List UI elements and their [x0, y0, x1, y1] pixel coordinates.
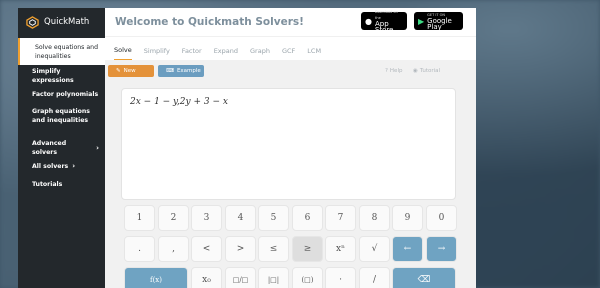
brand-name: QuickMath: [44, 17, 90, 27]
tutorial-label: Tutorial: [419, 68, 441, 74]
example-button-label: Example: [176, 68, 201, 74]
apple-icon: ●: [365, 16, 372, 26]
keypad: 1 2 3 4 5 6 7 8 9 0 . , < > ≤ ≥ xⁿ √ ← →…: [121, 205, 461, 288]
key-power[interactable]: xⁿ: [325, 236, 356, 262]
help-link[interactable]: ? Help: [385, 68, 402, 74]
app-store-big-text: App Store: [374, 20, 394, 34]
sidebar-item-tutorials[interactable]: Tutorials: [18, 177, 105, 191]
sidebar-item-label: Factor polynomials: [32, 90, 99, 98]
key-multiply[interactable]: ·: [325, 267, 356, 288]
sidebar-item-graph[interactable]: Graph equations and inequalities: [18, 105, 105, 127]
key-3[interactable]: 3: [191, 205, 222, 231]
key-5[interactable]: 5: [258, 205, 289, 231]
key-9[interactable]: 9: [392, 205, 423, 231]
tutorial-link[interactable]: ◉ Tutorial: [413, 68, 440, 74]
arrow-left-key[interactable]: ←: [392, 236, 423, 262]
key-less-than[interactable]: <: [191, 236, 222, 262]
app-store-button[interactable]: ● Download on the App Store: [361, 10, 407, 34]
sidebar-item-solve[interactable]: Solve equations and inequalities: [18, 38, 105, 65]
google-play-button[interactable]: ▶ GET IT ON Google Play: [414, 12, 463, 31]
key-4[interactable]: 4: [225, 205, 256, 231]
pencil-icon: ✎: [116, 68, 121, 74]
key-7[interactable]: 7: [325, 205, 356, 231]
quickmath-logo-icon: [26, 15, 39, 29]
google-play-big-text: Google Play: [427, 17, 452, 31]
expression-text: 2x − 1 − y,2y + 3 − x: [130, 97, 228, 107]
toolbar: ✎ New ⌨ Example ? Help ◉ Tutorial: [105, 60, 476, 80]
sidebar-item-label: Solve equations and inequalities: [35, 43, 98, 60]
key-sqrt[interactable]: √: [359, 236, 390, 262]
tab-solve[interactable]: Solve: [114, 46, 132, 60]
sidebar-item-all-solvers[interactable]: All solvers ›: [18, 159, 105, 173]
tab-lcm[interactable]: LCM: [307, 47, 321, 60]
keyboard-icon: ⌨: [166, 68, 174, 74]
expression-editor[interactable]: 2x − 1 − y,2y + 3 − x: [121, 88, 456, 200]
key-2[interactable]: 2: [158, 205, 189, 231]
sidebar-item-label: Simplify expressions: [32, 68, 74, 84]
sidebar-item-simplify[interactable]: Simplify expressions: [18, 68, 105, 84]
eye-icon: ◉: [413, 68, 418, 74]
help-label: Help: [389, 68, 403, 74]
tab-factor[interactable]: Factor: [182, 47, 202, 60]
sidebar-item-label: Tutorials: [32, 180, 63, 188]
solver-tabs: Solve Simplify Factor Expand Graph GCF L…: [105, 36, 476, 60]
arrow-right-key[interactable]: →: [426, 236, 457, 262]
tab-simplify[interactable]: Simplify: [144, 47, 170, 60]
key-1[interactable]: 1: [124, 205, 155, 231]
chevron-right-icon: ›: [72, 161, 76, 170]
example-button[interactable]: ⌨ Example: [158, 65, 204, 77]
help-icon: ?: [385, 68, 388, 74]
key-0[interactable]: 0: [426, 205, 457, 231]
sidebar-item-label: Advanced solvers: [32, 140, 67, 156]
tab-gcf[interactable]: GCF: [282, 47, 295, 60]
new-button[interactable]: ✎ New: [108, 65, 154, 77]
key-8[interactable]: 8: [359, 205, 390, 231]
sidebar-item-label: All solvers: [32, 162, 69, 170]
logo[interactable]: QuickMath: [18, 8, 105, 36]
sidebar-item-factor[interactable]: Factor polynomials: [18, 87, 105, 101]
chevron-right-icon: ›: [96, 143, 99, 152]
new-button-label: New: [123, 68, 136, 74]
sidebar-item-advanced[interactable]: Advanced solvers ›: [18, 140, 105, 156]
key-6[interactable]: 6: [292, 205, 323, 231]
key-comma[interactable]: ,: [158, 236, 189, 262]
page-title: Welcome to Quickmath Solvers!: [115, 16, 304, 28]
tab-expand[interactable]: Expand: [214, 47, 238, 60]
key-subscript[interactable]: x₀: [191, 267, 222, 288]
backspace-key[interactable]: ⌫: [392, 267, 456, 288]
header: Welcome to Quickmath Solvers! ● Download…: [105, 8, 476, 36]
key-parentheses[interactable]: (□): [292, 267, 323, 288]
key-function[interactable]: f(x): [124, 267, 188, 288]
tab-graph[interactable]: Graph: [250, 47, 270, 60]
key-dot[interactable]: .: [124, 236, 155, 262]
sidebar-item-label: Graph equations and inequalities: [32, 108, 90, 124]
key-less-equal[interactable]: ≤: [258, 236, 289, 262]
key-absolute[interactable]: |□|: [258, 267, 289, 288]
key-divide[interactable]: /: [359, 267, 390, 288]
key-greater-equal[interactable]: ≥: [292, 236, 323, 262]
google-play-icon: ▶: [418, 16, 425, 26]
key-fraction[interactable]: □/□: [225, 267, 256, 288]
sidebar: QuickMath Solve equations and inequaliti…: [18, 8, 105, 288]
key-greater-than[interactable]: >: [225, 236, 256, 262]
